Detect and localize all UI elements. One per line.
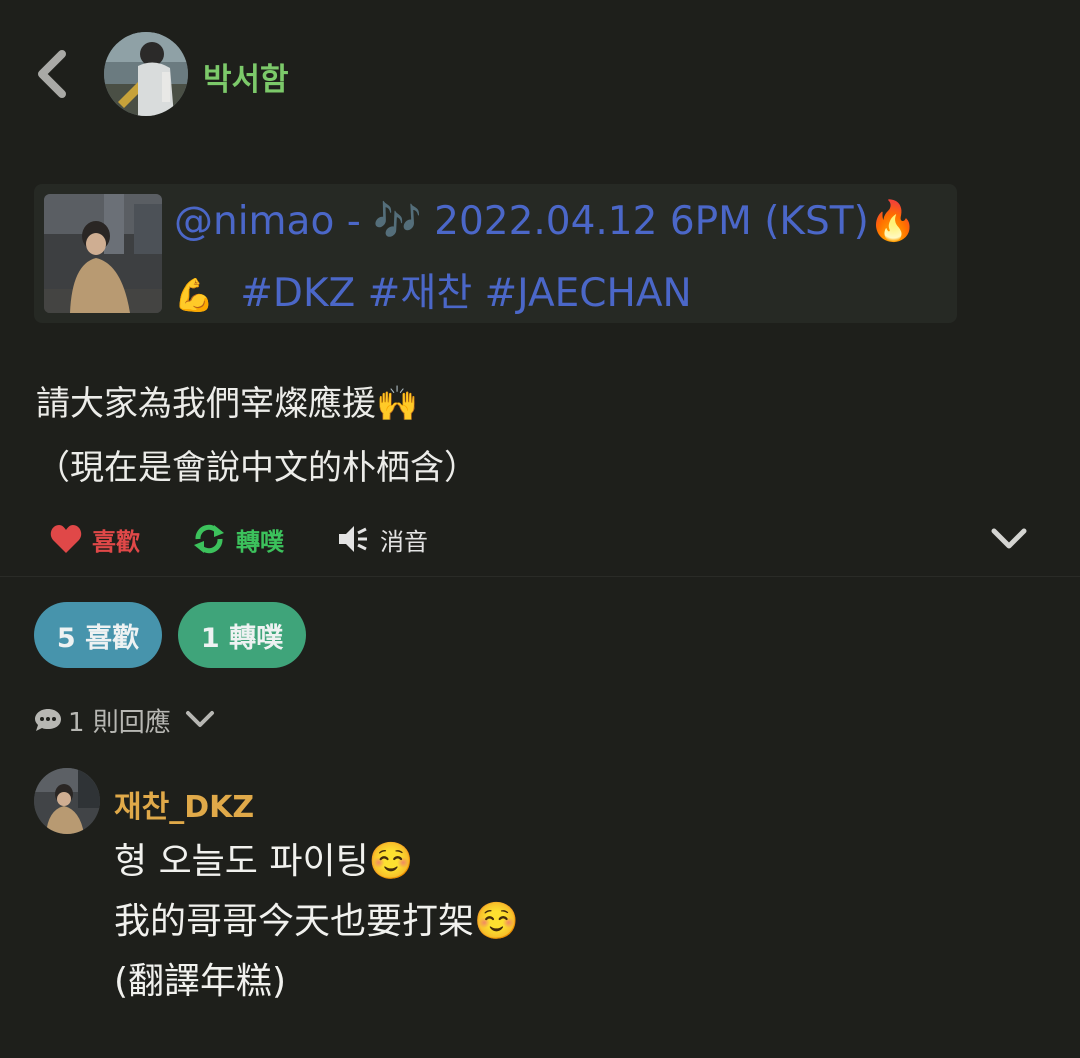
like-button[interactable]: 喜歡: [50, 514, 140, 564]
quoted-note-thumbnail: [44, 194, 162, 313]
chevron-down-icon: [991, 528, 1027, 549]
quoted-note-line-2[interactable]: 💪 #DKZ #재찬 #JAECHAN: [174, 262, 692, 318]
replies-toggle[interactable]: 1 則回應: [34, 700, 215, 740]
back-button[interactable]: [30, 44, 78, 104]
note-card: 박서함 @nimao - 🎶 2022.04.12 6PM (KST)🔥 💪 #…: [0, 0, 1080, 576]
renotes-count-button[interactable]: 1 轉噗: [178, 602, 306, 668]
flexed-biceps-emoji: 💪: [174, 276, 214, 314]
mute-label: 消音: [380, 527, 428, 556]
reply-text: 형 오늘도 파이팅☺️ 我的哥哥今天也要打架☺️ (翻譯年糕): [114, 841, 519, 1002]
quoted-note-hashtags[interactable]: #DKZ #재찬 #JAECHAN: [240, 271, 691, 316]
heart-icon: [50, 525, 82, 553]
reply-author-name[interactable]: 재찬_DKZ: [114, 782, 254, 826]
quoted-note-line-1[interactable]: @nimao - 🎶 2022.04.12 6PM (KST)🔥: [174, 198, 917, 244]
quoted-note-card[interactable]: @nimao - 🎶 2022.04.12 6PM (KST)🔥 💪 #DKZ …: [34, 184, 957, 323]
chevron-down-icon: [185, 711, 214, 727]
divider: [0, 576, 1080, 577]
note-actions: 喜歡 轉噗 消音: [0, 514, 1080, 564]
author-avatar[interactable]: [104, 32, 188, 116]
author-name[interactable]: 박서함: [203, 54, 289, 99]
back-chevron-icon: [38, 50, 66, 98]
renote-label: 轉噗: [236, 527, 284, 556]
mute-button[interactable]: 消音: [338, 514, 428, 564]
mute-speaker-icon: [339, 526, 367, 552]
renote-icon: [194, 524, 224, 554]
likes-count-button[interactable]: 5 喜歡: [34, 602, 162, 668]
expand-menu-button[interactable]: [990, 526, 1028, 552]
comment-bubble-icon: [35, 709, 61, 731]
note-text: 請大家為我們宰燦應援🙌 （現在是會說中文的朴栖含）: [36, 384, 478, 488]
replies-count-label: 1 則回應: [68, 707, 171, 738]
renote-button[interactable]: 轉噗: [192, 514, 284, 564]
like-label: 喜歡: [92, 527, 140, 556]
reply-author-avatar[interactable]: [34, 768, 100, 834]
